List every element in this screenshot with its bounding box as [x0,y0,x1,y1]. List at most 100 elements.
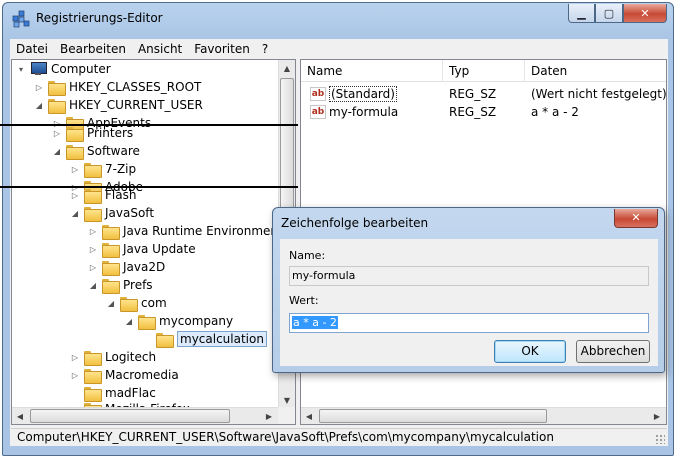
expand-arrow-icon[interactable]: ▷ [70,191,80,200]
tree-item-label: Java2D [123,260,166,274]
tree-item-label: Java Runtime Environment [123,224,283,238]
tree-item-label: 7-Zip [105,162,137,176]
tree-item-label: Printers [87,126,134,140]
expand-arrow-icon[interactable]: ▷ [70,353,80,362]
tree-item-software[interactable]: ◢ Software [52,142,140,160]
collapse-arrow-icon[interactable]: ◢ [34,101,44,110]
tree-item-com[interactable]: ◢ com [106,294,167,312]
tree-item-label: Logitech [105,350,157,364]
tree-item-printers[interactable]: ▷ Printers [52,124,133,142]
menu-bearbeiten[interactable]: Bearbeiten [54,42,132,56]
scroll-right-icon[interactable]: ▶ [649,408,665,424]
scroll-thumb[interactable] [319,409,547,423]
list-row-my-formula[interactable]: ab my-formula REG_SZ a * a - 2 [301,103,666,121]
tree-item-mycalculation[interactable]: mycalculation [142,330,267,348]
collapse-arrow-icon[interactable]: ◢ [52,147,62,156]
maximize-button[interactable]: ▢ [595,4,623,23]
expand-arrow-icon[interactable]: ▷ [88,263,98,272]
resize-grip-icon[interactable] [655,434,665,444]
tree-item-javasoft[interactable]: ◢ JavaSoft [70,204,154,222]
column-header-typ[interactable]: Typ [443,60,525,82]
tree-horizontal-scrollbar[interactable]: ◀ ▶ [12,407,278,424]
folder-icon [84,350,102,366]
title-bar[interactable]: Registrierungs-Editor ▁ ▢ ✕ [3,3,673,33]
value-field-text: a * a - 2 [292,316,338,329]
tree-item-label: HKEY_CURRENT_USER [69,98,203,112]
tree-item-hkey-classes-root[interactable]: ▷ HKEY_CLASSES_ROOT [34,78,201,96]
expand-arrow-icon[interactable]: ▷ [70,371,80,380]
scroll-up-icon[interactable]: ▲ [279,60,295,77]
name-label: Name: [289,249,326,262]
divider-line [0,186,298,188]
scroll-left-icon[interactable]: ◀ [301,408,317,424]
expand-arrow-icon[interactable]: ▷ [34,83,44,92]
tree-item-mycompany[interactable]: ◢ mycompany [124,312,233,330]
expand-arrow-icon[interactable]: ▷ [88,245,98,254]
folder-icon [84,188,102,204]
column-header-daten[interactable]: Daten [525,60,666,82]
tree-item-label: mycompany [159,314,234,328]
dialog-close-button[interactable]: ✕ [614,209,658,228]
collapse-arrow-icon[interactable]: ◢ [106,299,116,308]
value-type: REG_SZ [449,105,497,119]
folder-icon [66,144,84,160]
menu-help[interactable]: ? [256,42,274,56]
collapse-arrow-icon[interactable]: ◢ [88,281,98,290]
menu-bar: Datei Bearbeiten Ansicht Favoriten ? [10,39,668,58]
folder-icon [48,80,66,96]
folder-icon [102,278,120,294]
minimize-button[interactable]: ▁ [568,4,595,23]
expand-arrow-icon[interactable]: ▷ [88,227,98,236]
folder-icon [102,242,120,258]
tree-item-prefs[interactable]: ◢ Prefs [88,276,153,294]
tree-item-label: Java Update [123,242,196,256]
tree-item-java-update[interactable]: ▷ Java Update [88,240,196,258]
menu-favoriten[interactable]: Favoriten [188,42,256,56]
column-header-name[interactable]: Name [301,60,443,82]
folder-icon [102,260,120,276]
folder-icon [156,332,174,348]
value-field[interactable]: a * a - 2 [289,313,649,333]
name-field-value: my-formula [292,269,356,282]
tree-item-java-runtime-environment[interactable]: ▷ Java Runtime Environment [88,222,283,240]
value-name: my-formula [329,105,399,119]
collapse-arrow-icon[interactable]: ◢ [124,317,134,326]
tree-item-java2d[interactable]: ▷ Java2D [88,258,165,276]
scroll-thumb[interactable] [30,409,230,423]
tree-item-hkey-current-user[interactable]: ◢ HKEY_CURRENT_USER [34,96,203,114]
list-row-standard[interactable]: ab (Standard) REG_SZ (Wert nicht festgel… [301,85,666,103]
close-button[interactable]: ✕ [623,4,667,23]
value-data: (Wert nicht festgelegt) [531,87,667,101]
tree-item-7zip[interactable]: ▷ 7-Zip [70,160,136,178]
collapse-arrow-icon[interactable]: ◢ [70,209,80,218]
scroll-right-icon[interactable]: ▶ [261,408,277,424]
string-value-icon: ab [310,105,326,119]
menu-ansicht[interactable]: Ansicht [132,42,188,56]
tree-item-label: HKEY_CLASSES_ROOT [69,80,202,94]
value-name: (Standard) [329,86,397,102]
folder-icon [84,386,102,402]
tree-item-flash[interactable]: ▷ Flash [70,186,136,204]
folder-icon [138,314,156,330]
folder-icon [84,206,102,222]
name-field: my-formula [289,266,649,286]
tree-item-computer[interactable]: ▾ Computer [16,60,111,78]
tree-item-label: mycalculation [177,331,267,347]
expand-arrow-icon[interactable]: ▷ [70,165,80,174]
expand-arrow-icon[interactable]: ▷ [52,129,62,138]
scroll-left-icon[interactable]: ◀ [12,408,28,424]
menu-datei[interactable]: Datei [10,42,54,56]
tree-item-label: Computer [51,62,111,76]
window-title: Registrierungs-Editor [36,11,163,25]
edit-string-dialog: Zeichenfolge bearbeiten ✕ Name: my-formu… [272,207,665,373]
ok-button[interactable]: OK [494,340,566,363]
list-horizontal-scrollbar[interactable]: ◀ ▶ [301,407,666,424]
folder-icon [102,224,120,240]
tree-item-macromedia[interactable]: ▷ Macromedia [70,366,179,384]
folder-icon [84,368,102,384]
expand-arrow-icon[interactable]: ▾ [16,65,26,74]
tree-item-logitech[interactable]: ▷ Logitech [70,348,156,366]
cancel-button[interactable]: Abbrechen [576,340,650,363]
registry-tree[interactable]: ▾ Computer ▷ HKEY_CLASSES_ROOT ◢ HKEY_CU… [11,59,296,425]
close-icon: ✕ [631,211,641,224]
